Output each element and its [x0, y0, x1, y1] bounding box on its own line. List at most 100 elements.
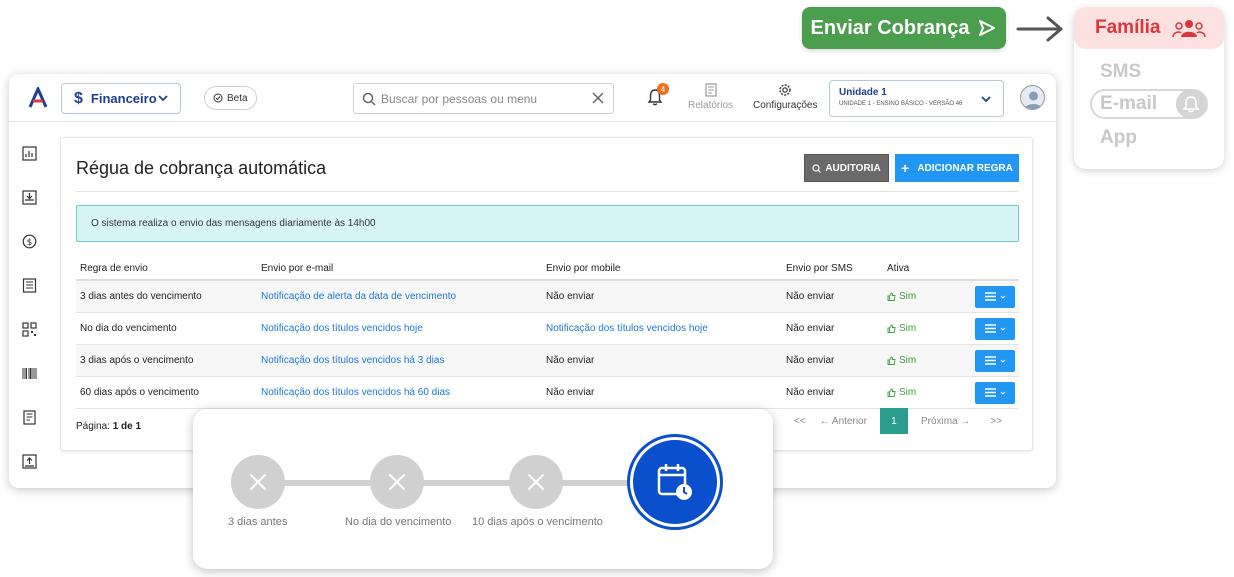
prev-page-button[interactable]: ← Anterior: [813, 416, 874, 427]
thumbs-up-icon: [887, 356, 896, 365]
thumbs-up-icon: [887, 388, 896, 397]
email-template-link[interactable]: Notificação dos títulos vencidos hoje: [261, 323, 423, 334]
mobile-value: Não enviar: [546, 291, 595, 302]
settings-nav[interactable]: Configurações: [753, 83, 817, 111]
last-page-button[interactable]: >>: [983, 416, 1009, 427]
row-menu-button[interactable]: [975, 381, 1015, 404]
menu-icon: [984, 324, 996, 333]
mobile-value: Não enviar: [546, 355, 595, 366]
arrow-right-icon: [1016, 16, 1063, 42]
logo-icon: [28, 87, 48, 108]
reports-icon: [704, 83, 717, 97]
settings-label: Configurações: [753, 100, 818, 111]
notification-count-badge: 4: [657, 83, 669, 95]
inbox-download-icon[interactable]: [22, 190, 37, 205]
menu-icon: [984, 292, 996, 301]
timeline-step-current[interactable]: [630, 437, 720, 527]
timeline-card: 3 dias antes No dia do vencimento 10 dia…: [193, 409, 773, 569]
table-row: 3 dias antes do vencimento Notificação de…: [76, 280, 1019, 313]
timeline-step-3[interactable]: [509, 455, 563, 509]
module-select[interactable]: $ Financeiro: [61, 83, 181, 114]
email-cell: Notificação dos títulos vencidos há 3 di…: [257, 344, 542, 377]
channel-app[interactable]: App: [1074, 121, 1224, 155]
send-charge-button[interactable]: Enviar Cobrança: [802, 7, 1006, 49]
billing-rules-panel: Régua de cobrança automática AUDITORIA +…: [60, 137, 1033, 451]
mobile-cell: Notificação dos títulos vencidos hoje: [542, 312, 782, 345]
email-template-link[interactable]: Notificação dos títulos vencidos há 60 d…: [261, 387, 450, 398]
actions-cell: [971, 280, 1019, 313]
timeline-label-2: No dia do vencimento: [345, 516, 452, 528]
audit-button[interactable]: AUDITORIA: [804, 154, 889, 182]
reports-label: Relatórios: [688, 100, 734, 111]
row-menu-button[interactable]: [975, 349, 1015, 372]
beta-badge[interactable]: Beta: [204, 86, 257, 110]
email-template-link[interactable]: Notificação de alerta da data de vencime…: [261, 291, 456, 302]
email-template-link[interactable]: Notificação dos títulos vencidos há 3 di…: [261, 355, 444, 366]
email-cell: Notificação de alerta da data de vencime…: [257, 280, 542, 313]
family-label: Família: [1095, 17, 1161, 38]
info-alert: O sistema realiza o envio das mensagens …: [76, 205, 1019, 242]
close-icon: [388, 473, 406, 491]
channel-card: Família SMS E-mail App: [1074, 7, 1224, 169]
unit-title: Unidade 1: [839, 87, 887, 98]
mobile-value[interactable]: Notificação dos títulos vencidos hoje: [546, 323, 708, 334]
page-title: Régua de cobrança automática: [76, 158, 327, 178]
rule-cell: 3 dias após o vencimento: [76, 344, 257, 377]
audit-label: AUDITORIA: [825, 162, 881, 174]
next-page-button[interactable]: Próxima →: [914, 416, 977, 427]
channel-sms[interactable]: SMS: [1074, 55, 1224, 89]
email-cell: Notificação dos títulos vencidos hoje: [257, 312, 542, 345]
active-status: Sim: [887, 281, 971, 312]
beta-label: Beta: [227, 92, 248, 104]
search-input[interactable]: Buscar por pessoas ou menu: [353, 83, 614, 114]
col-header-rule: Regra de envio: [76, 258, 257, 281]
timeline-track: [258, 480, 678, 486]
list-document-icon[interactable]: [22, 278, 37, 293]
avatar[interactable]: [1020, 85, 1045, 110]
svg-text:$: $: [27, 238, 33, 248]
dashboard-chart-icon[interactable]: [22, 146, 37, 161]
family-icon: [1172, 20, 1207, 38]
col-header-email: Envio por e-mail: [257, 258, 542, 281]
send-charge-label: Enviar Cobrança: [810, 16, 970, 39]
email-label: E-mail: [1100, 93, 1158, 114]
rule-cell: 60 dias após o vencimento: [76, 376, 257, 409]
dollar-circle-icon[interactable]: $: [22, 234, 37, 249]
chevron-down-icon: [1000, 391, 1005, 395]
active-cell: Sim: [883, 376, 971, 409]
row-menu-button[interactable]: [975, 285, 1015, 308]
current-page-button[interactable]: 1: [879, 408, 908, 434]
active-status: Sim: [887, 313, 971, 344]
chevron-down-icon: [1000, 327, 1005, 331]
app-label: App: [1100, 127, 1137, 148]
barcode-icon[interactable]: [22, 366, 37, 381]
qr-code-icon[interactable]: [22, 322, 37, 337]
sms-cell: Não enviar: [782, 344, 883, 377]
close-icon[interactable]: [591, 91, 605, 105]
upload-box-icon[interactable]: [22, 454, 37, 469]
add-rule-button[interactable]: + ADICIONAR REGRA: [895, 154, 1019, 182]
timeline-step-2[interactable]: [370, 455, 424, 509]
mobile-cell: Não enviar: [542, 376, 782, 409]
timeline-step-1[interactable]: [231, 455, 285, 509]
channel-email-toggle[interactable]: E-mail: [1090, 89, 1208, 119]
reports-nav[interactable]: Relatórios: [688, 83, 733, 111]
first-page-button[interactable]: <<: [787, 416, 813, 427]
channel-family[interactable]: Família: [1074, 7, 1224, 49]
toggle-knob: [1176, 89, 1206, 119]
col-header-actions: [971, 258, 1019, 281]
add-rule-label: ADICIONAR REGRA: [917, 162, 1013, 174]
active-status: Sim: [887, 345, 971, 376]
mobile-cell: Não enviar: [542, 280, 782, 313]
actions-cell: [971, 376, 1019, 409]
unit-select[interactable]: Unidade 1 UNIDADE 1 - ENSINO BÁSICO - VE…: [829, 80, 1004, 117]
chevron-down-icon: [158, 95, 168, 102]
gear-icon: [779, 84, 791, 96]
sidebar: $: [9, 122, 49, 488]
receipt-icon[interactable]: [22, 410, 37, 425]
active-cell: Sim: [883, 312, 971, 345]
mobile-value: Não enviar: [546, 387, 595, 398]
close-icon: [527, 473, 545, 491]
row-menu-button[interactable]: [975, 317, 1015, 340]
rules-table: Regra de envio Envio por e-mail Envio po…: [76, 258, 1019, 409]
